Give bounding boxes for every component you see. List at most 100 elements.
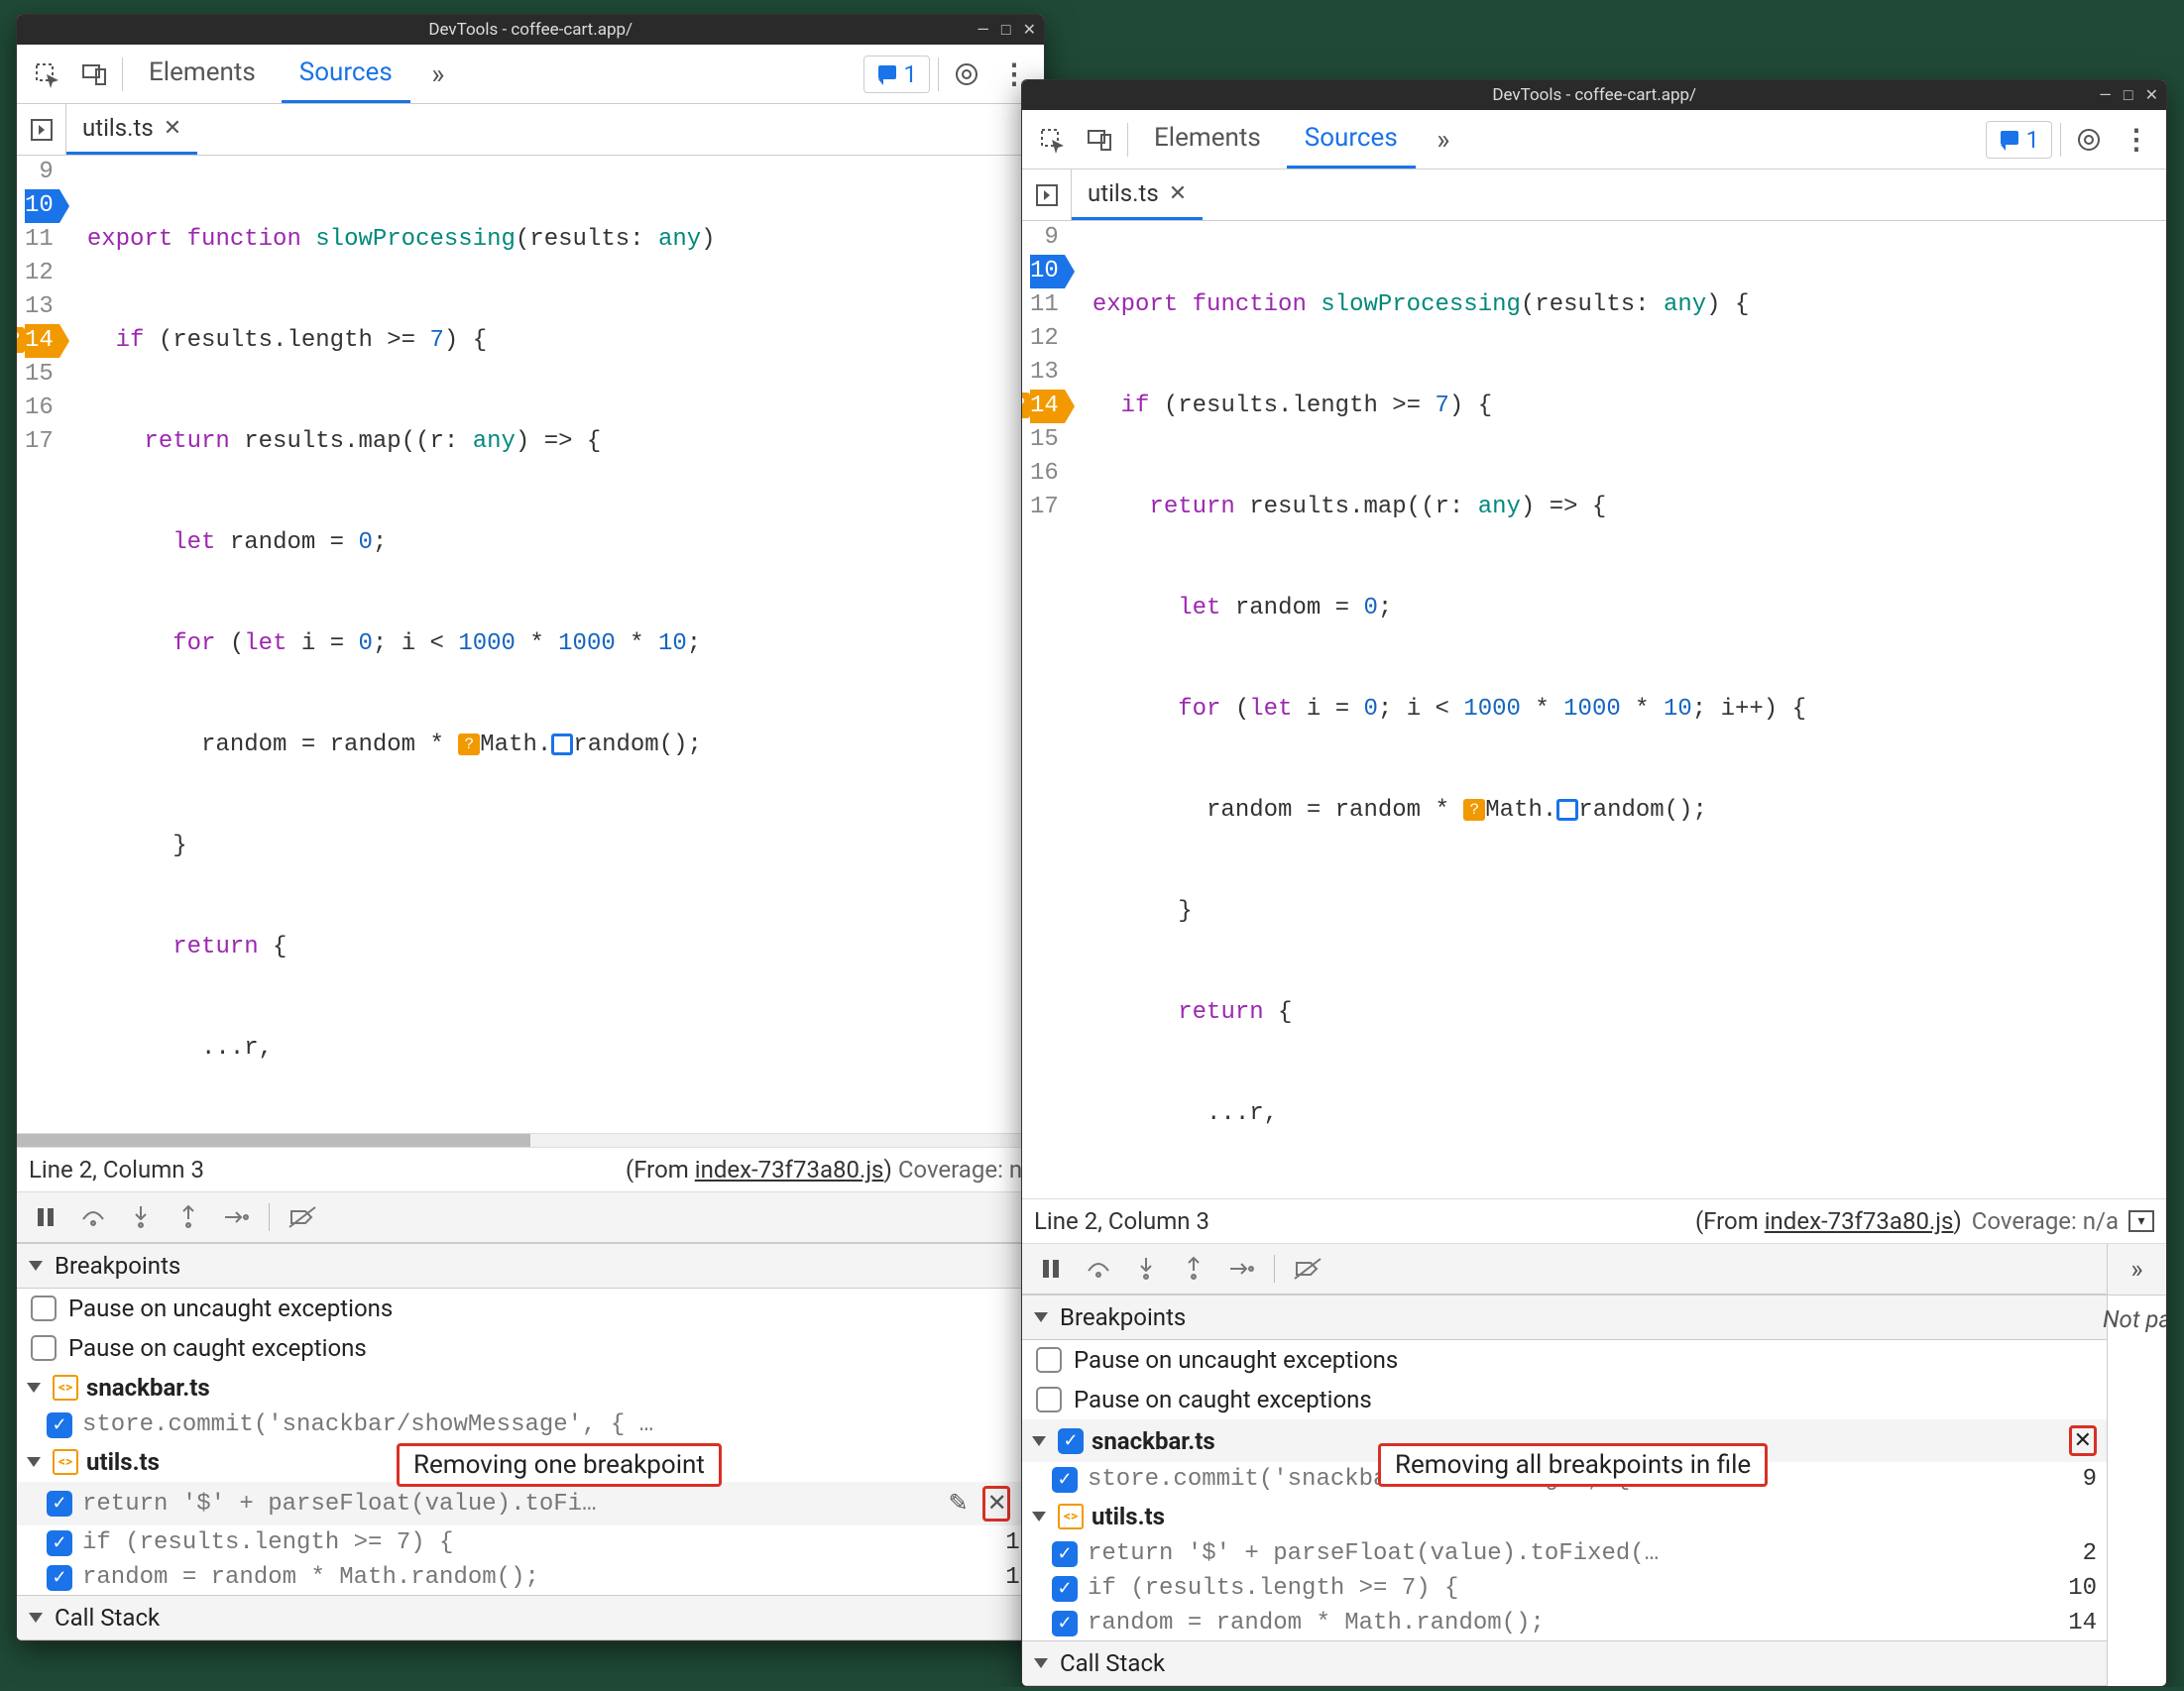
tab-sources[interactable]: Sources — [282, 45, 410, 103]
step-into-icon[interactable] — [1131, 1254, 1161, 1284]
show-navigator-icon[interactable] — [1022, 169, 1072, 220]
pause-icon[interactable] — [1036, 1254, 1066, 1284]
pause-uncaught-row[interactable]: Pause on uncaught exceptions — [1022, 1340, 2107, 1380]
bp-item[interactable]: ✓ random = random * Math.random(); 14 — [1022, 1606, 2107, 1640]
breakpoints-section[interactable]: Breakpoints — [1022, 1295, 2107, 1340]
deactivate-breakpoints-icon[interactable] — [287, 1202, 317, 1232]
gear-icon[interactable] — [2069, 120, 2109, 160]
callstack-section[interactable]: Call Stack — [1022, 1640, 2107, 1686]
coverage-details-icon[interactable]: ▾ — [2128, 1210, 2154, 1232]
step-into-icon[interactable] — [126, 1202, 156, 1232]
pause-caught-row[interactable]: Pause on caught exceptions — [1022, 1380, 2107, 1419]
pause-uncaught-row[interactable]: Pause on uncaught exceptions — [17, 1289, 1044, 1328]
issues-badge[interactable]: 1 — [1986, 121, 2053, 159]
file-icon: <> — [53, 1449, 78, 1475]
filetab-utils[interactable]: utils.ts ✕ — [1072, 169, 1203, 220]
bp-item-hover[interactable]: ✓ return '$' + parseFloat(value).toFi… ✎… — [17, 1482, 1044, 1525]
inspect-icon[interactable] — [1032, 120, 1072, 160]
remove-all-bp-icon[interactable]: ✕ — [2069, 1425, 2097, 1456]
line-gutter[interactable]: 9 10 11 12 13 ?14 15 16 17 — [1022, 221, 1075, 1198]
line-gutter[interactable]: 9 10 11 12 13 ?14 15 16 17 — [17, 156, 69, 1133]
bp-checkbox[interactable]: ✓ — [1052, 1576, 1078, 1602]
file-icon: <> — [1058, 1504, 1084, 1529]
sourcemap-link[interactable]: index-73f73a80.js — [695, 1156, 884, 1184]
window-title: DevTools - coffee-cart.app/ — [84, 20, 977, 40]
bp-item[interactable]: ✓ if (results.length >= 7) { 10 — [17, 1525, 1044, 1560]
checkbox-caught[interactable] — [1036, 1387, 1062, 1412]
device-icon[interactable] — [1080, 120, 1119, 160]
minimize-icon[interactable]: — — [977, 20, 989, 40]
chevron-down-icon — [1032, 1436, 1046, 1446]
tab-elements[interactable]: Elements — [1136, 110, 1279, 169]
remove-bp-icon[interactable]: ✕ — [982, 1486, 1010, 1522]
sourcemap-link[interactable]: index-73f73a80.js — [1765, 1207, 1954, 1235]
source-code[interactable]: export function slowProcessing(results: … — [1075, 221, 1806, 1198]
caption-left: Removing one breakpoint — [397, 1443, 722, 1487]
bp-checkbox[interactable]: ✓ — [1052, 1541, 1078, 1567]
bp-group-snackbar[interactable]: <> snackbar.ts — [17, 1368, 1044, 1408]
bp-item[interactable]: ✓ return '$' + parseFloat(value).toFixed… — [1022, 1536, 2107, 1571]
close-window-icon[interactable]: ✕ — [2145, 85, 2158, 105]
bp-item[interactable]: ✓ store.commit('snackbar/showMessage', {… — [17, 1408, 1044, 1442]
callstack-section[interactable]: Call Stack — [17, 1595, 1044, 1640]
chevron-down-icon — [1032, 1512, 1046, 1522]
bp-checkbox[interactable]: ✓ — [47, 1530, 72, 1556]
edit-icon[interactable]: ✎ — [945, 1489, 973, 1519]
chevron-down-icon — [1034, 1312, 1048, 1322]
bp-checkbox[interactable]: ✓ — [47, 1565, 72, 1591]
breakpoints-section[interactable]: Breakpoints — [17, 1243, 1044, 1289]
issues-badge[interactable]: 1 — [863, 56, 931, 93]
filetab-utils[interactable]: utils.ts ✕ — [66, 104, 197, 155]
cursor-position: Line 2, Column 3 — [29, 1156, 204, 1184]
bp-checkbox[interactable]: ✓ — [47, 1412, 72, 1438]
show-navigator-icon[interactable] — [17, 104, 66, 155]
step-out-icon[interactable] — [173, 1202, 203, 1232]
coverage-status: Coverage: n/ — [898, 1156, 1032, 1184]
more-tabs-icon[interactable]: » — [418, 55, 458, 94]
source-code[interactable]: export function slowProcessing(results: … — [69, 156, 716, 1133]
cursor-position: Line 2, Column 3 — [1034, 1207, 1209, 1235]
bp-item[interactable]: ✓ if (results.length >= 7) { 10 — [1022, 1571, 2107, 1606]
checkbox-uncaught[interactable] — [1036, 1347, 1062, 1373]
inspect-icon[interactable] — [27, 55, 66, 94]
checkbox-uncaught[interactable] — [31, 1296, 57, 1321]
close-icon[interactable]: ✕ — [164, 116, 181, 141]
filetab-label: utils.ts — [1088, 179, 1159, 207]
checkbox-caught[interactable] — [31, 1335, 57, 1361]
coverage-status: Coverage: n/a — [1972, 1207, 2119, 1235]
bp-checkbox[interactable]: ✓ — [47, 1491, 72, 1517]
filetab-label: utils.ts — [82, 114, 154, 142]
bp-group-utils[interactable]: <> utils.ts — [1022, 1497, 2107, 1536]
close-window-icon[interactable]: ✕ — [1023, 20, 1036, 40]
maximize-icon[interactable]: □ — [1001, 20, 1011, 40]
close-icon[interactable]: ✕ — [1169, 181, 1187, 206]
gear-icon[interactable] — [947, 55, 986, 94]
titlebar: DevTools - coffee-cart.app/ — □ ✕ — [17, 15, 1044, 45]
titlebar: DevTools - coffee-cart.app/ — □ ✕ — [1022, 80, 2166, 110]
bp-item[interactable]: ✓ random = random * Math.random(); 14 — [17, 1560, 1044, 1595]
bp-checkbox[interactable]: ✓ — [1052, 1611, 1078, 1636]
more-panels-icon[interactable]: » — [2108, 1244, 2166, 1296]
step-icon[interactable] — [1226, 1254, 1256, 1284]
step-over-icon[interactable] — [1084, 1254, 1113, 1284]
not-paused-text: Not pa — [2097, 1296, 2167, 1343]
step-icon[interactable] — [221, 1202, 251, 1232]
chevron-down-icon — [27, 1383, 41, 1393]
caption-right: Removing all breakpoints in file — [1378, 1443, 1768, 1487]
minimize-icon[interactable]: — — [2099, 85, 2112, 105]
step-out-icon[interactable] — [1179, 1254, 1208, 1284]
pause-icon[interactable] — [31, 1202, 60, 1232]
device-icon[interactable] — [74, 55, 114, 94]
horizontal-scrollbar[interactable] — [17, 1133, 1044, 1147]
step-over-icon[interactable] — [78, 1202, 108, 1232]
bp-checkbox[interactable]: ✓ — [1052, 1467, 1078, 1493]
bp-group-checkbox[interactable]: ✓ — [1058, 1428, 1084, 1454]
chevron-down-icon — [29, 1613, 43, 1623]
tab-elements[interactable]: Elements — [131, 45, 274, 103]
kebab-icon[interactable]: ⋮ — [2117, 120, 2156, 160]
deactivate-breakpoints-icon[interactable] — [1293, 1254, 1322, 1284]
maximize-icon[interactable]: □ — [2124, 85, 2133, 105]
pause-caught-row[interactable]: Pause on caught exceptions — [17, 1328, 1044, 1368]
more-tabs-icon[interactable]: » — [1424, 120, 1463, 160]
tab-sources[interactable]: Sources — [1287, 110, 1416, 169]
